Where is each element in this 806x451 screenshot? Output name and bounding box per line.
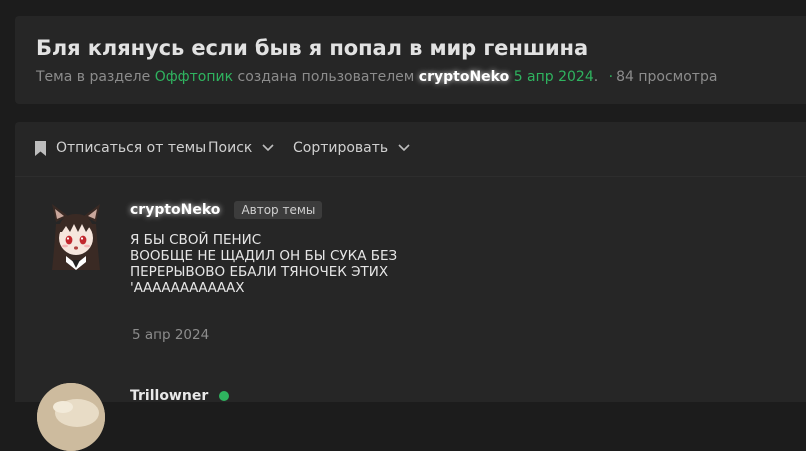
thread-panel: Отписаться от темы Поиск Сортировать cry… [15,122,806,451]
sort-dropdown[interactable]: Сортировать [293,140,410,156]
avatar-image [37,383,105,451]
meta-created: создана пользователем [237,69,415,85]
meta-prefix: Тема в разделе [36,69,151,85]
search-label: Поиск [208,140,253,156]
chevron-down-icon [398,144,410,152]
post-line: Я БЫ СВОЙ ПЕНИС [130,232,262,248]
avatar[interactable] [37,383,105,451]
post-author-name[interactable]: cryptoNeko [130,202,220,218]
unsubscribe-button[interactable]: Отписаться от темы [35,140,206,156]
post-line: 'АААААААААААХ [130,280,245,296]
thread-toolbar: Отписаться от темы Поиск Сортировать [15,122,806,177]
section-link[interactable]: Оффтопик [155,69,233,85]
thread-title: Бля клянусь если быв я попал в мир генши… [36,36,589,60]
post-line: ВООБЩЕ НЕ ЩАДИЛ ОН БЫ СУКА БЕЗ [130,248,398,264]
avatar[interactable] [48,202,104,272]
meta-separator: · [608,69,614,85]
post-line: ПЕРЕРЫВОВО ЕБАЛИ ТЯНОЧЕК ЭТИХ [130,264,389,280]
chevron-down-icon [262,144,274,152]
search-dropdown[interactable]: Поиск [208,140,274,156]
post-author: cryptoNeko Автор темы [130,201,323,219]
sort-label: Сортировать [293,140,389,156]
online-status-icon [219,391,230,401]
bookmark-icon [35,140,46,156]
unsubscribe-label: Отписаться от темы [56,140,207,156]
meta-period: . [593,69,599,85]
thread-header: Бля клянусь если быв я попал в мир генши… [15,16,806,104]
post-date[interactable]: 5 апр 2024 [132,327,209,343]
thread-author-link[interactable]: cryptoNeko [419,69,509,85]
author-badge: Автор темы [234,201,323,219]
thread-views: 84 просмотра [616,69,718,85]
thread-date-link[interactable]: 5 апр 2024 [514,69,594,85]
post-body: Я БЫ СВОЙ ПЕНИС ВООБЩЕ НЕ ЩАДИЛ ОН БЫ СУ… [130,232,420,296]
thread-meta: Тема в разделе Оффтопик создана пользова… [36,69,717,85]
